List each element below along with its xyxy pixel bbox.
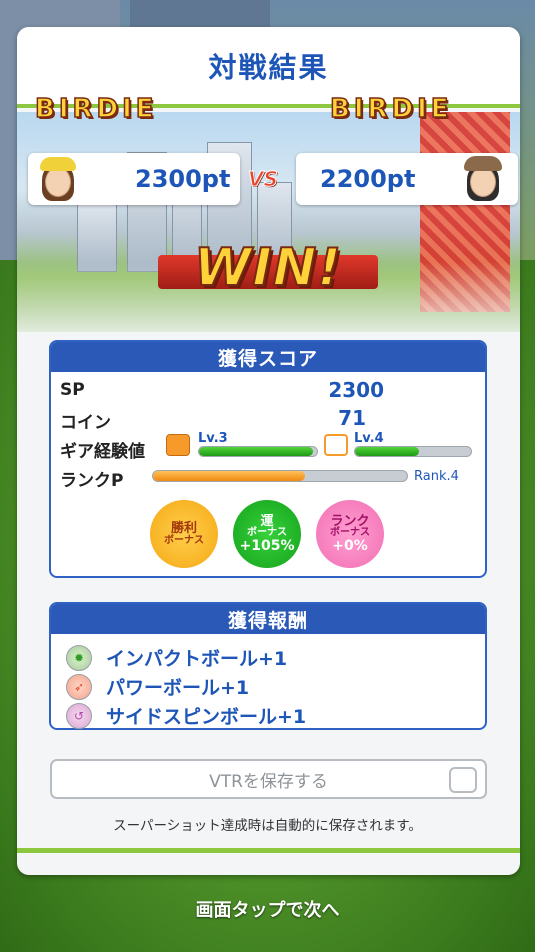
- reward-item: ↺ サイドスピンボール+1: [66, 702, 306, 729]
- impact-ball-icon: ✹: [66, 644, 92, 671]
- reward-item: ✹ インパクトボール+1: [66, 644, 287, 671]
- rank-points-label: ランクP: [60, 471, 124, 491]
- save-vtr-label: VTRを保存する: [209, 771, 328, 792]
- luck-bonus-value: +105%: [239, 537, 295, 554]
- rank-bonus-badge: ランク ボーナス +0%: [316, 500, 384, 568]
- save-vtr-button[interactable]: VTRを保存する: [50, 759, 487, 799]
- player-card-left: 2300pt: [28, 153, 240, 205]
- panel-bottom-line: [17, 848, 520, 853]
- win-text: WIN!: [193, 237, 342, 299]
- power-ball-icon: ➶: [66, 673, 92, 700]
- gear-exp-label: ギア経験値: [60, 442, 145, 462]
- sp-label: SP: [60, 380, 85, 400]
- win-bonus-sub: ボーナス: [164, 534, 204, 546]
- reward-item-label: インパクトボール+1: [106, 648, 288, 670]
- player-card-right: 2200pt: [296, 153, 518, 205]
- gear1-level: Lv.3: [198, 431, 228, 446]
- tap-to-continue[interactable]: 画面タップで次へ: [0, 896, 535, 922]
- win-banner: WIN!: [158, 233, 378, 303]
- vtr-auto-save-note: スーパーショット達成時は自動的に保存されます。: [113, 818, 422, 834]
- vs-label: VS: [248, 167, 279, 192]
- reward-header: 獲得報酬: [51, 604, 485, 634]
- background-building: [130, 0, 270, 30]
- rank-bonus-value: +0%: [332, 537, 368, 554]
- coin-label: コイン: [60, 413, 111, 433]
- gear2-exp-bar: [354, 446, 472, 457]
- reward-item-label: サイドスピンボール+1: [106, 706, 307, 728]
- gear2-exp-fill: [355, 447, 419, 456]
- save-vtr-checkbox[interactable]: [449, 767, 477, 793]
- sidespin-ball-icon: ↺: [66, 702, 92, 729]
- win-bonus-title: 勝利: [170, 520, 197, 536]
- player-avatar-left: [36, 155, 80, 203]
- right-birdie-badge: BIRDIE: [329, 93, 453, 125]
- gear1-exp-bar: [198, 446, 318, 457]
- left-birdie-badge: BIRDIE: [34, 93, 158, 125]
- score-header: 獲得スコア: [51, 342, 485, 372]
- gear-ball-icon: [324, 434, 348, 456]
- player-points-left: 2300pt: [135, 165, 231, 193]
- coin-value: 71: [338, 406, 366, 430]
- rank-points-bar: [152, 470, 408, 482]
- player-avatar-right: [461, 155, 505, 203]
- luck-bonus-badge: 運 ボーナス +105%: [233, 500, 301, 568]
- sp-value: 2300: [328, 378, 384, 402]
- player-points-right: 2200pt: [320, 165, 416, 193]
- gear2-level: Lv.4: [354, 431, 384, 446]
- page-title: 対戦結果: [208, 50, 329, 84]
- reward-item: ➶ パワーボール+1: [66, 673, 249, 700]
- rank-level: Rank.4: [414, 469, 459, 484]
- rank-points-fill: [153, 471, 306, 481]
- reward-item-label: パワーボール+1: [106, 677, 250, 699]
- gear-club-icon: [166, 434, 190, 456]
- win-bonus-badge: 勝利 ボーナス: [150, 500, 218, 568]
- gear1-exp-fill: [199, 447, 314, 456]
